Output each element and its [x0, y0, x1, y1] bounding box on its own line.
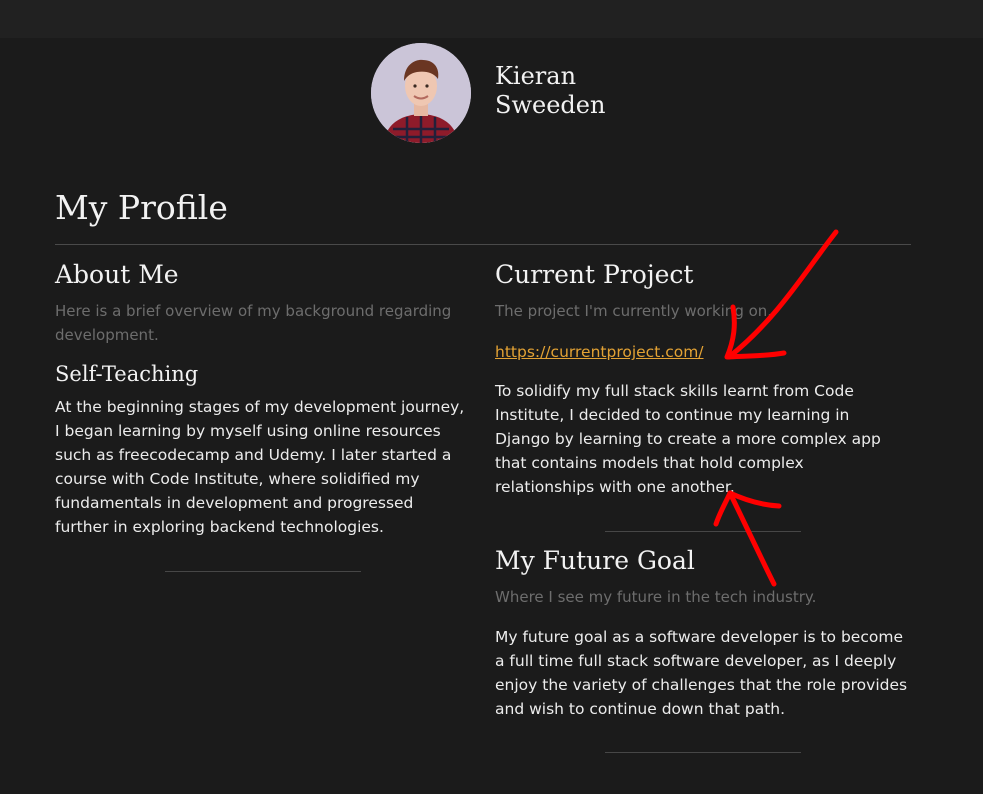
user-first-name: Kieran [495, 62, 577, 90]
top-bar [0, 0, 983, 38]
current-project-heading: Current Project [495, 260, 694, 289]
title-divider [55, 244, 911, 245]
avatar [371, 43, 471, 143]
future-goal-heading: My Future Goal [495, 546, 695, 575]
about-body: At the beginning stages of my developmen… [55, 398, 465, 536]
self-teaching-heading: Self-Teaching [55, 362, 199, 386]
about-subtitle: Here is a brief overview of my backgroun… [55, 302, 452, 344]
current-project-subtitle: The project I'm currently working on. [495, 302, 773, 320]
current-project-link[interactable]: https://currentproject.com/ [495, 340, 704, 364]
about-divider [165, 571, 361, 572]
page-title: My Profile [55, 188, 228, 227]
current-project-divider [605, 531, 801, 532]
user-last-name: Sweeden [495, 91, 606, 119]
user-name: Kieran Sweeden [495, 62, 695, 120]
future-goal-divider [605, 752, 801, 753]
future-goal-body: My future goal as a software developer i… [495, 628, 908, 718]
about-heading: About Me [55, 260, 179, 289]
current-project-body: To solidify my full stack skills learnt … [495, 382, 881, 496]
avatar-photo [371, 43, 471, 143]
future-goal-subtitle: Where I see my future in the tech indust… [495, 588, 817, 606]
